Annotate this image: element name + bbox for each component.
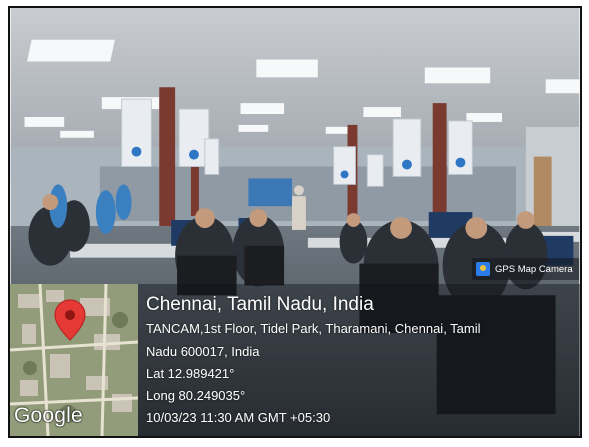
latitude-text: Lat 12.989421° bbox=[146, 366, 235, 381]
longitude-text: Long 80.249035° bbox=[146, 388, 246, 403]
location-stamp: Chennai, Tamil Nadu, India TANCAM,1st Fl… bbox=[138, 284, 580, 436]
gps-map-camera-icon bbox=[476, 262, 490, 276]
location-title: Chennai, Tamil Nadu, India bbox=[146, 294, 374, 315]
address-line-1: TANCAM,1st Floor, Tidel Park, Tharamani,… bbox=[146, 321, 481, 336]
gps-map-camera-badge: GPS Map Camera bbox=[472, 258, 579, 280]
location-map[interactable]: Google bbox=[10, 284, 138, 436]
photo-frame: Google Chennai, Tamil Nadu, India TANCAM… bbox=[8, 6, 582, 438]
map-attribution: Google bbox=[14, 404, 83, 427]
location-pin-icon bbox=[54, 299, 86, 341]
address-line-2: Nadu 600017, India bbox=[146, 344, 260, 359]
datetime-text: 10/03/23 11:30 AM GMT +05:30 bbox=[146, 410, 331, 425]
badge-label: GPS Map Camera bbox=[495, 263, 573, 275]
